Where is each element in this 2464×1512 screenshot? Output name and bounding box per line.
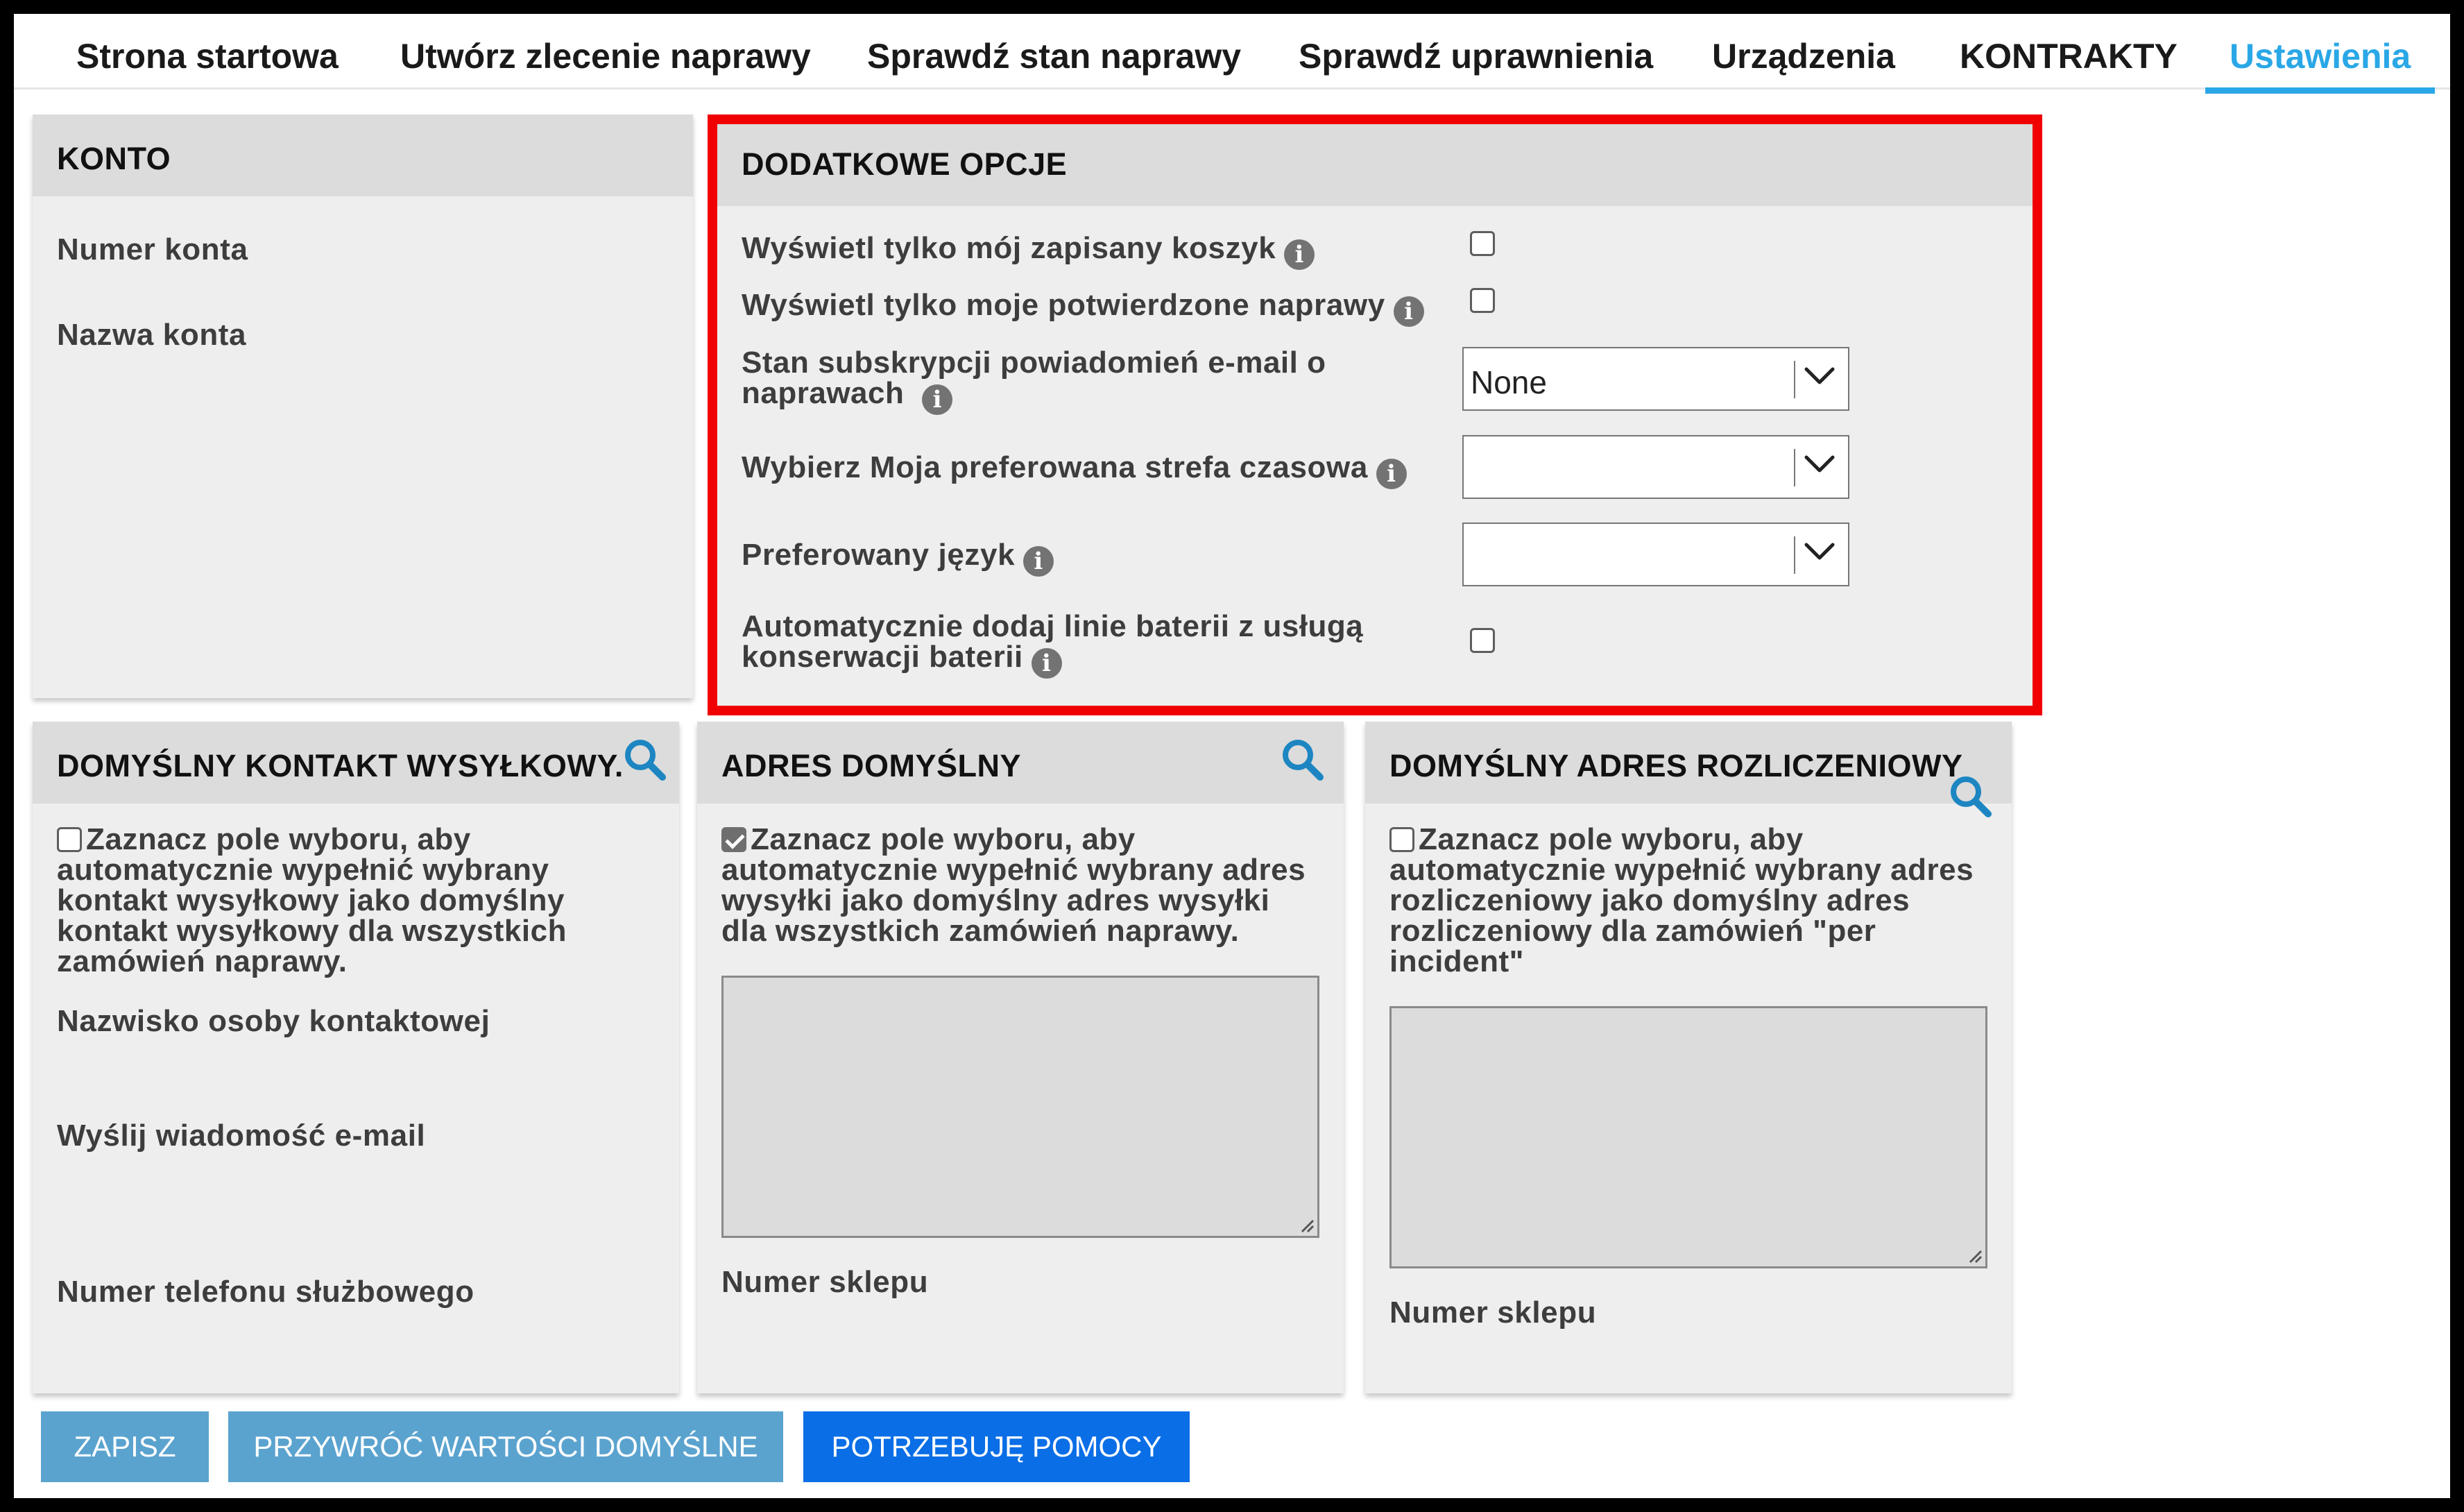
description-line: kontakt wysyłkowy dla wszystkich — [57, 914, 567, 948]
default-address-panel: ADRES DOMYŚLNY Zaznacz pole wyboru, aby … — [697, 722, 1344, 1393]
store-number-label: Numer sklepu — [721, 1265, 929, 1299]
default-address-textarea[interactable] — [721, 976, 1319, 1238]
description-line: Zaznacz pole wyboru, aby — [86, 822, 471, 856]
shipping-contact-default-checkbox[interactable] — [57, 827, 82, 852]
top-navigation: Strona startowa Utwórz zlecenie naprawy … — [14, 14, 2450, 94]
description-line: incident" — [1389, 944, 1525, 978]
store-number-label: Numer sklepu — [1389, 1296, 1597, 1330]
tab-check-entitlements[interactable]: Sprawdź uprawnienia — [1299, 35, 1653, 87]
description-line: automatycznie wypełnić wybrany adres — [721, 853, 1306, 887]
default-address-checkbox[interactable] — [721, 827, 746, 852]
default-address-title: ADRES DOMYŚLNY — [721, 748, 1022, 783]
search-icon[interactable] — [622, 737, 668, 783]
billing-address-checkbox[interactable] — [1389, 827, 1414, 852]
resize-handle-icon[interactable] — [1298, 1216, 1315, 1233]
tab-settings[interactable]: Ustawienia — [2205, 35, 2436, 94]
description-line: Zaznacz pole wyboru, aby — [1419, 822, 1804, 856]
account-panel-title: KONTO — [57, 141, 171, 176]
tab-home[interactable]: Strona startowa — [76, 35, 339, 87]
account-panel: KONTO Numer konta Nazwa konta — [33, 114, 693, 698]
account-number-label: Numer konta — [57, 232, 248, 266]
screenshot-frame: Strona startowa Utwórz zlecenie naprawy … — [0, 0, 2464, 1512]
description-line: automatycznie wypełnić wybrany adres — [1389, 853, 1974, 887]
description-line: zamówień naprawy. — [57, 944, 348, 978]
contact-name-label: Nazwisko osoby kontaktowej — [57, 1004, 490, 1038]
business-phone-label: Numer telefonu służbowego — [57, 1275, 474, 1309]
shipping-contact-description: Zaznacz pole wyboru, aby automatycznie w… — [57, 824, 567, 977]
send-email-label: Wyślij wiadomość e-mail — [57, 1119, 426, 1153]
highlight-box — [708, 114, 2042, 715]
restore-defaults-button[interactable]: PRZYWRÓĆ WARTOŚCI DOMYŚLNE — [228, 1411, 783, 1482]
save-button[interactable]: ZAPISZ — [41, 1411, 209, 1482]
shipping-contact-panel: DOMYŚLNY KONTAKT WYSYŁKOWY. Zaznacz pole… — [33, 722, 679, 1393]
billing-address-description: Zaznacz pole wyboru, aby automatycznie w… — [1389, 824, 1974, 977]
default-address-description: Zaznacz pole wyboru, aby automatycznie w… — [721, 824, 1306, 946]
description-line: rozliczeniowy dla zamówień "per — [1389, 914, 1876, 948]
need-help-button[interactable]: POTRZEBUJĘ POMOCY — [803, 1411, 1190, 1482]
description-line: kontakt wysyłkowy jako domyślny — [57, 883, 565, 917]
billing-address-panel: DOMYŚLNY ADRES ROZLICZENIOWY Zaznacz pol… — [1365, 722, 2012, 1393]
settings-page: Strona startowa Utwórz zlecenie naprawy … — [14, 14, 2450, 1498]
description-line: automatycznie wypełnić wybrany — [57, 853, 549, 887]
search-icon[interactable] — [1948, 774, 1994, 819]
shipping-contact-title: DOMYŚLNY KONTAKT WYSYŁKOWY. — [57, 748, 624, 783]
account-panel-header: KONTO — [33, 114, 693, 196]
shipping-contact-header: DOMYŚLNY KONTAKT WYSYŁKOWY. — [33, 722, 679, 804]
resize-handle-icon[interactable] — [1966, 1247, 1983, 1264]
description-line: wysyłki jako domyślny adres wysyłki — [721, 883, 1270, 917]
account-name-label: Nazwa konta — [57, 318, 247, 352]
description-line: Zaznacz pole wyboru, aby — [751, 822, 1136, 856]
tab-create-repair-order[interactable]: Utwórz zlecenie naprawy — [400, 35, 811, 87]
tab-contracts[interactable]: KONTRAKTY — [1960, 35, 2178, 87]
search-icon[interactable] — [1280, 737, 1326, 783]
default-address-header: ADRES DOMYŚLNY — [697, 722, 1344, 804]
billing-address-title: DOMYŚLNY ADRES ROZLICZENIOWY — [1389, 748, 1963, 783]
billing-address-textarea[interactable] — [1389, 1006, 1987, 1268]
description-line: rozliczeniowy jako domyślny adres — [1389, 883, 1910, 917]
billing-address-header: DOMYŚLNY ADRES ROZLICZENIOWY — [1365, 722, 2012, 817]
description-line: dla wszystkich zamówień naprawy. — [721, 914, 1240, 948]
tab-check-repair-status[interactable]: Sprawdź stan naprawy — [867, 35, 1241, 87]
tab-devices[interactable]: Urządzenia — [1712, 35, 1895, 87]
